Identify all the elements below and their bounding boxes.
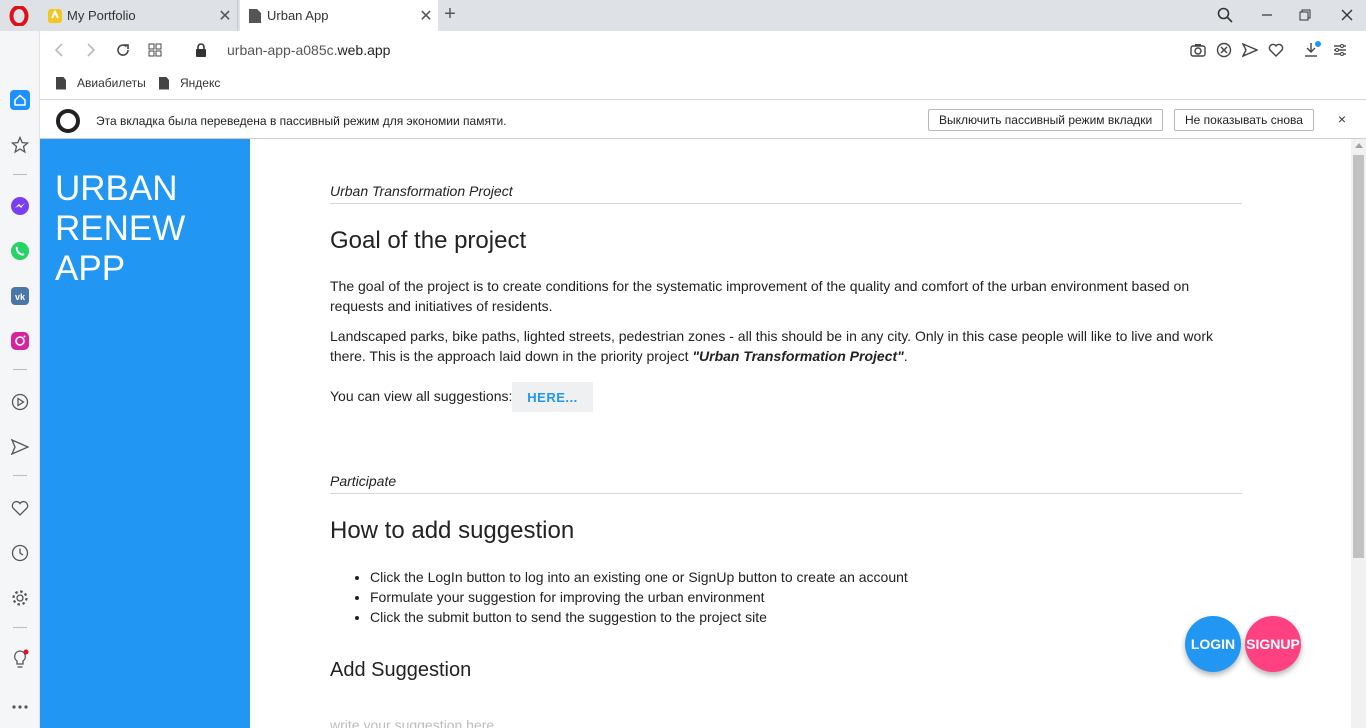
player-icon[interactable] [8, 390, 32, 414]
close-tab-icon[interactable]: ✕ [414, 6, 438, 26]
bookmark-label: Авиабилеты [77, 76, 146, 90]
close-infobar-icon[interactable]: × [1338, 111, 1346, 127]
camera-icon[interactable] [1188, 40, 1208, 60]
svg-text:vk: vk [15, 292, 26, 302]
tab-title: My Portfolio [67, 8, 136, 23]
instagram-icon[interactable] [8, 329, 32, 353]
login-button[interactable]: LOGIN [1185, 616, 1241, 672]
easy-setup-icon[interactable] [1330, 40, 1350, 60]
view-suggestions-text: You can view all suggestions: [330, 388, 513, 404]
ad-blocker-icon[interactable] [1214, 40, 1234, 60]
star-icon[interactable] [8, 133, 32, 157]
vk-icon[interactable]: vk [8, 284, 32, 308]
list-item: Click the LogIn button to log into an ex… [370, 567, 908, 587]
section-divider [330, 203, 1242, 204]
more-icon[interactable] [8, 695, 32, 719]
disable-passive-mode-button[interactable]: Выключить пассивный режим вкладки [928, 109, 1164, 131]
sidebar-divider [13, 174, 27, 175]
page-favicon-icon [247, 8, 263, 24]
document-icon [159, 76, 169, 90]
app-title-line: RENEW [55, 209, 186, 248]
url-prefix: urban-app-a085c. [227, 42, 338, 58]
tab-bar: My Portfolio ✕ Urban App ✕ + [0, 0, 1366, 31]
goal-paragraph: The goal of the project is to create con… [330, 278, 1190, 314]
heart-icon[interactable] [8, 496, 32, 520]
address-bar: urban-app-a085c.web.app [40, 31, 1366, 69]
reload-icon[interactable] [112, 39, 134, 61]
url-domain: web.app [337, 42, 391, 58]
section-label: Participate [330, 473, 397, 489]
approach-paragraph: Landscaped parks, bike paths, lighted st… [330, 326, 1230, 366]
back-icon[interactable] [48, 39, 70, 61]
list-item: Formulate your suggestion for improving … [370, 587, 908, 607]
history-icon[interactable] [8, 541, 32, 565]
tab-my-portfolio[interactable]: My Portfolio ✕ [40, 0, 238, 31]
url-field[interactable]: urban-app-a085c.web.app [227, 42, 390, 58]
app-title-line: URBAN [55, 169, 178, 208]
lightbulb-icon[interactable] [8, 647, 32, 671]
add-suggestion-heading: Add Suggestion [330, 659, 472, 681]
signup-button[interactable]: SIGNUP [1245, 616, 1301, 672]
sidebar-divider [13, 627, 27, 628]
heart-icon[interactable] [1266, 40, 1286, 60]
new-tab-button[interactable]: + [440, 4, 460, 26]
restore-icon[interactable] [1292, 4, 1318, 26]
close-tab-icon[interactable]: ✕ [213, 6, 237, 26]
tab-urban-app[interactable]: Urban App ✕ [240, 0, 438, 31]
approach-end: . [903, 348, 908, 364]
bookmark-item[interactable]: Яндекс [159, 76, 220, 90]
messenger-icon[interactable] [8, 194, 32, 218]
app-title-line: APP [55, 249, 126, 288]
opera-icon [56, 109, 80, 133]
search-tabs-icon[interactable] [1212, 4, 1238, 26]
minimize-icon[interactable] [1254, 4, 1280, 26]
send-icon[interactable] [1240, 40, 1260, 60]
passive-mode-infobar: Эта вкладка была переведена в пассивный … [40, 101, 1366, 139]
list-item: Click the submit button to send the sugg… [370, 607, 908, 627]
section-divider [330, 493, 1242, 494]
project-name: "Urban Transformation Project" [692, 348, 904, 364]
bookmarks-bar: Авиабилеты Яндекс [40, 69, 1366, 100]
app-title: URBAN RENEW APP [55, 169, 235, 289]
download-icon[interactable] [1302, 40, 1322, 60]
view-suggestions-button[interactable]: HERE... [512, 382, 593, 412]
close-window-icon[interactable] [1334, 4, 1360, 26]
sidebar-divider [13, 369, 27, 370]
portfolio-favicon-icon [47, 8, 63, 24]
infobar-message: Эта вкладка была переведена в пассивный … [96, 114, 507, 128]
how-to-heading: How to add suggestion [330, 517, 575, 544]
send-icon[interactable] [8, 435, 32, 459]
sidebar-divider [13, 475, 27, 476]
tabs-grid-icon[interactable] [144, 39, 166, 61]
settings-icon[interactable] [8, 586, 32, 610]
scroll-up-icon[interactable] [1355, 143, 1363, 148]
tab-title: Urban App [267, 8, 329, 23]
opera-logo-icon[interactable] [9, 6, 29, 26]
steps-list: Click the LogIn button to log into an ex… [370, 567, 908, 627]
goal-heading: Goal of the project [330, 227, 527, 254]
lock-icon[interactable] [190, 39, 212, 61]
home-icon[interactable] [8, 88, 32, 112]
bookmark-item[interactable]: Авиабилеты [56, 76, 146, 90]
app-sidebar: URBAN RENEW APP [40, 139, 250, 728]
dont-show-again-button[interactable]: Не показывать снова [1174, 109, 1314, 131]
bookmark-label: Яндекс [180, 76, 221, 90]
whatsapp-icon[interactable] [8, 239, 32, 263]
forward-icon[interactable] [80, 39, 102, 61]
document-icon [56, 76, 66, 90]
scroll-thumb[interactable] [1353, 155, 1364, 558]
page-scrollbar[interactable] [1351, 139, 1366, 728]
section-label: Urban Transformation Project [330, 183, 513, 199]
suggestion-input[interactable] [330, 713, 930, 728]
opera-sidebar: vk [0, 31, 40, 728]
